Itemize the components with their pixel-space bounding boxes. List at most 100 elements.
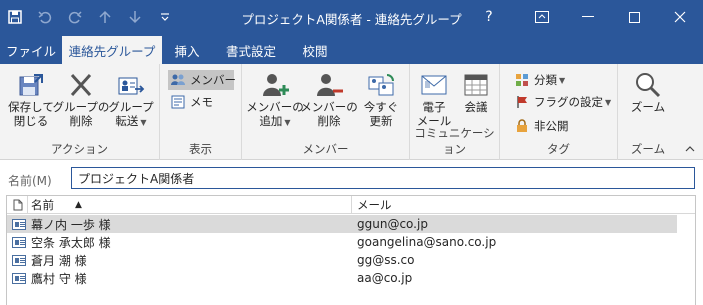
group-name-input[interactable] — [71, 167, 695, 189]
tab-insert[interactable]: 挿入 — [164, 36, 210, 64]
update-now-label-2: 更新 — [369, 114, 393, 128]
private-label: 非公開 — [534, 119, 569, 133]
magnifier-icon — [631, 70, 665, 100]
update-icon — [364, 70, 398, 100]
tab-format[interactable]: 書式設定 — [216, 36, 286, 64]
chevron-down-icon: ▼ — [559, 75, 566, 85]
window-controls: ? — [469, 0, 703, 34]
tab-contact-group[interactable]: 連絡先グループ — [62, 36, 162, 64]
help-button[interactable]: ? — [469, 0, 509, 34]
redo-icon[interactable] — [60, 0, 90, 34]
member-email: ggun@co.jp — [357, 217, 428, 231]
categorize-label: 分類 — [534, 73, 557, 87]
private-button[interactable]: 非公開 — [514, 116, 569, 136]
members-icon — [170, 72, 186, 88]
undo-icon[interactable] — [30, 0, 60, 34]
group-members: メンバーの 追加 ▼ メンバーの 削除 今すぐ 更新 メンバー — [242, 64, 410, 160]
group-label-view: 表示 — [189, 142, 212, 156]
group-zoom: ズーム ズーム — [618, 64, 678, 160]
meeting-label: 会議 — [464, 100, 488, 114]
group-label-members: メンバー — [302, 142, 349, 156]
remove-member-label-1: メンバーの — [300, 100, 358, 114]
save-close-label-1: 保存して — [8, 100, 54, 114]
add-members-button[interactable]: メンバーの 追加 ▼ — [246, 70, 304, 130]
member-email: aa@co.jp — [357, 271, 413, 285]
contact-card-icon — [12, 269, 26, 287]
forward-group-label-2: 転送 ▼ — [115, 114, 146, 130]
member-name: 空条 承太郎 様 — [31, 235, 111, 250]
save-close-label-2: 閉じる — [13, 114, 49, 128]
tab-file[interactable]: ファイル — [0, 36, 62, 64]
flag-icon — [514, 94, 530, 110]
chevron-down-icon: ▼ — [284, 118, 291, 127]
contact-card-icon — [12, 251, 26, 269]
table-row[interactable]: 鷹村 守 様 aa@co.jp — [7, 269, 695, 287]
group-label-actions: アクション — [51, 142, 108, 156]
column-divider — [27, 196, 28, 214]
categorize-button[interactable]: 分類 ▼ — [514, 70, 565, 90]
add-members-label-1: メンバーの — [246, 100, 304, 114]
zoom-label: ズーム — [630, 100, 666, 114]
remove-member-button[interactable]: メンバーの 削除 — [300, 70, 358, 128]
sort-ascending-icon: ▲ — [75, 200, 82, 210]
forward-group-label-text: 転送 — [115, 114, 139, 128]
group-communication: 電子 メール 会議 コミュニケーション — [410, 64, 500, 160]
table-row[interactable]: 蒼月 潮 様 gg@ss.co — [7, 251, 695, 269]
add-members-label-2: 追加 ▼ — [259, 114, 290, 130]
lock-icon — [514, 118, 530, 134]
save-icon[interactable] — [0, 0, 30, 34]
tab-review[interactable]: 校閲 — [292, 36, 338, 64]
column-header-name[interactable]: 名前 — [31, 196, 54, 214]
delete-group-button[interactable]: グループの 削除 — [52, 70, 110, 128]
title-bar: プロジェクトA関係者 - 連絡先グループ ? — [0, 0, 703, 34]
collapse-ribbon-icon[interactable] — [685, 144, 695, 155]
categorize-icon — [514, 72, 530, 88]
delete-group-label-1: グループの — [52, 100, 110, 114]
add-members-label-text: 追加 — [259, 114, 283, 128]
group-view: メンバー メモ 表示 — [160, 64, 242, 160]
view-members-label: メンバー — [190, 73, 236, 87]
follow-up-button[interactable]: フラグの設定 ▼ — [514, 92, 611, 112]
member-name: 鷹村 守 様 — [31, 271, 87, 286]
remove-member-label-2: 削除 — [317, 114, 341, 128]
delete-group-label-2: 削除 — [69, 114, 93, 128]
customize-qat-icon[interactable] — [150, 0, 180, 34]
save-close-button[interactable]: 保存して 閉じる — [6, 70, 56, 128]
contact-card-icon — [12, 233, 26, 251]
member-email: goangelina@sano.co.jp — [357, 235, 497, 249]
delete-x-icon — [64, 70, 98, 100]
email-label-1: 電子 — [422, 100, 446, 114]
notes-icon — [170, 94, 186, 110]
name-label: 名前(M) — [8, 174, 52, 188]
group-tags: 分類 ▼ フラグの設定 ▼ 非公開 タグ — [500, 64, 618, 160]
meeting-button[interactable]: 会議 — [456, 70, 496, 114]
ribbon: 保存して 閉じる グループの 削除 グループ 転送 ▼ アクション メンバー メ… — [0, 64, 703, 160]
email-button[interactable]: 電子 メール — [412, 70, 456, 128]
up-arrow-icon[interactable] — [90, 0, 120, 34]
remove-member-icon — [312, 70, 346, 100]
update-now-button[interactable]: 今すぐ 更新 — [356, 70, 406, 128]
close-icon[interactable] — [657, 0, 703, 34]
zoom-button[interactable]: ズーム — [624, 70, 672, 114]
group-actions: 保存して 閉じる グループの 削除 グループ 転送 ▼ アクション — [0, 64, 160, 160]
maximize-icon[interactable] — [611, 0, 657, 34]
minimize-icon[interactable] — [565, 0, 611, 34]
member-name: 蒼月 潮 様 — [31, 253, 87, 268]
document-icon[interactable] — [13, 196, 23, 214]
table-header: 名前 ▲ メール — [7, 196, 695, 214]
add-member-icon — [258, 70, 292, 100]
view-notes-label: メモ — [190, 95, 213, 109]
follow-up-label: フラグの設定 — [534, 95, 603, 109]
chevron-down-icon: ▼ — [605, 97, 612, 107]
update-now-label-1: 今すぐ — [363, 100, 399, 114]
down-arrow-icon[interactable] — [120, 0, 150, 34]
chevron-down-icon: ▼ — [140, 118, 147, 127]
table-row[interactable]: 空条 承太郎 様 goangelina@sano.co.jp — [7, 233, 695, 251]
table-row[interactable]: 幕ノ内 一歩 様 ggun@co.jp — [7, 215, 677, 233]
forward-group-button[interactable]: グループ 転送 ▼ — [106, 70, 156, 130]
column-header-email[interactable]: メール — [357, 196, 392, 214]
view-notes-button[interactable]: メモ — [170, 92, 213, 112]
view-members-button[interactable]: メンバー — [168, 70, 236, 90]
email-icon — [417, 70, 451, 100]
ribbon-display-options-icon[interactable] — [519, 0, 565, 34]
